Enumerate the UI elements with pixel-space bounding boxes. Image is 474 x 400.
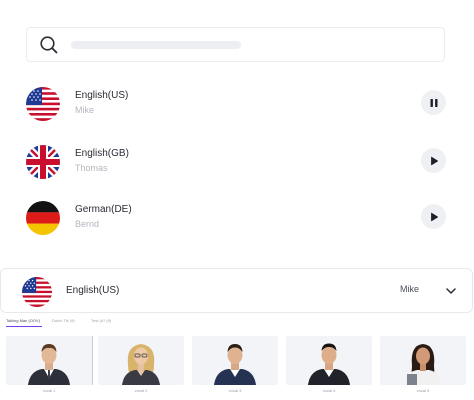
play-icon bbox=[430, 212, 438, 221]
search-input[interactable] bbox=[67, 32, 431, 60]
avatar-card[interactable] bbox=[380, 336, 466, 385]
voice-row-english-us[interactable]: English(US) Mike bbox=[0, 87, 474, 127]
play-button[interactable] bbox=[421, 148, 446, 173]
avatar-card[interactable] bbox=[6, 336, 92, 385]
tab-talking-man[interactable]: Talking Man (OOV) bbox=[6, 318, 40, 323]
avatar-tabs: Talking Man (OOV) Dutch Tik (9) Test (d?… bbox=[6, 318, 306, 328]
avatar-label: vocal 4 bbox=[322, 388, 336, 393]
voice-row-english-gb[interactable]: English(GB) Thomas bbox=[0, 145, 474, 185]
us-flag-icon bbox=[26, 87, 60, 121]
selected-voice: Mike bbox=[400, 284, 420, 294]
avatar-card[interactable] bbox=[286, 336, 372, 385]
search-bar[interactable] bbox=[26, 27, 445, 62]
voice-speaker: Mike bbox=[75, 105, 95, 115]
avatar-label: vocal 5 bbox=[416, 388, 430, 393]
avatar-image bbox=[404, 344, 442, 385]
avatar-label: vocal 2 bbox=[134, 388, 148, 393]
avatar-image bbox=[214, 344, 256, 385]
avatar-label: vocal 1 bbox=[42, 388, 56, 393]
chevron-down-icon[interactable] bbox=[445, 285, 457, 297]
voice-language: English(GB) bbox=[75, 148, 129, 159]
avatar-image bbox=[122, 344, 160, 385]
de-flag-icon bbox=[26, 201, 60, 235]
voice-speaker: Bernd bbox=[75, 219, 100, 229]
avatar-label: vocal 3 bbox=[228, 388, 242, 393]
us-flag-icon bbox=[22, 277, 52, 307]
tab-dutch[interactable]: Dutch Tik (9) bbox=[52, 318, 75, 323]
avatar-card[interactable] bbox=[98, 336, 184, 385]
avatar-image bbox=[28, 344, 70, 385]
avatar-card[interactable] bbox=[192, 336, 278, 385]
pause-button[interactable] bbox=[421, 90, 446, 115]
play-button[interactable] bbox=[421, 204, 446, 229]
card-divider bbox=[92, 336, 93, 385]
voice-language: German(DE) bbox=[75, 204, 132, 215]
voice-row-german-de[interactable]: German(DE) Bernd bbox=[0, 201, 474, 241]
selected-language: English(US) bbox=[66, 285, 120, 296]
search-icon bbox=[40, 36, 58, 54]
voice-language: English(US) bbox=[75, 90, 129, 101]
avatar-image bbox=[308, 343, 350, 385]
voice-speaker: Thomas bbox=[75, 163, 108, 173]
active-tab-indicator bbox=[6, 326, 42, 327]
language-selector[interactable]: English(US) Mike bbox=[0, 268, 473, 313]
play-icon bbox=[430, 156, 438, 165]
gb-flag-icon bbox=[26, 145, 60, 179]
tab-test[interactable]: Test (d? (9) bbox=[91, 318, 111, 323]
pause-icon bbox=[430, 98, 437, 107]
avatar-gallery: vocal 1 vocal 2 vocal 3 vocal 4 vocal 5 bbox=[6, 336, 474, 400]
